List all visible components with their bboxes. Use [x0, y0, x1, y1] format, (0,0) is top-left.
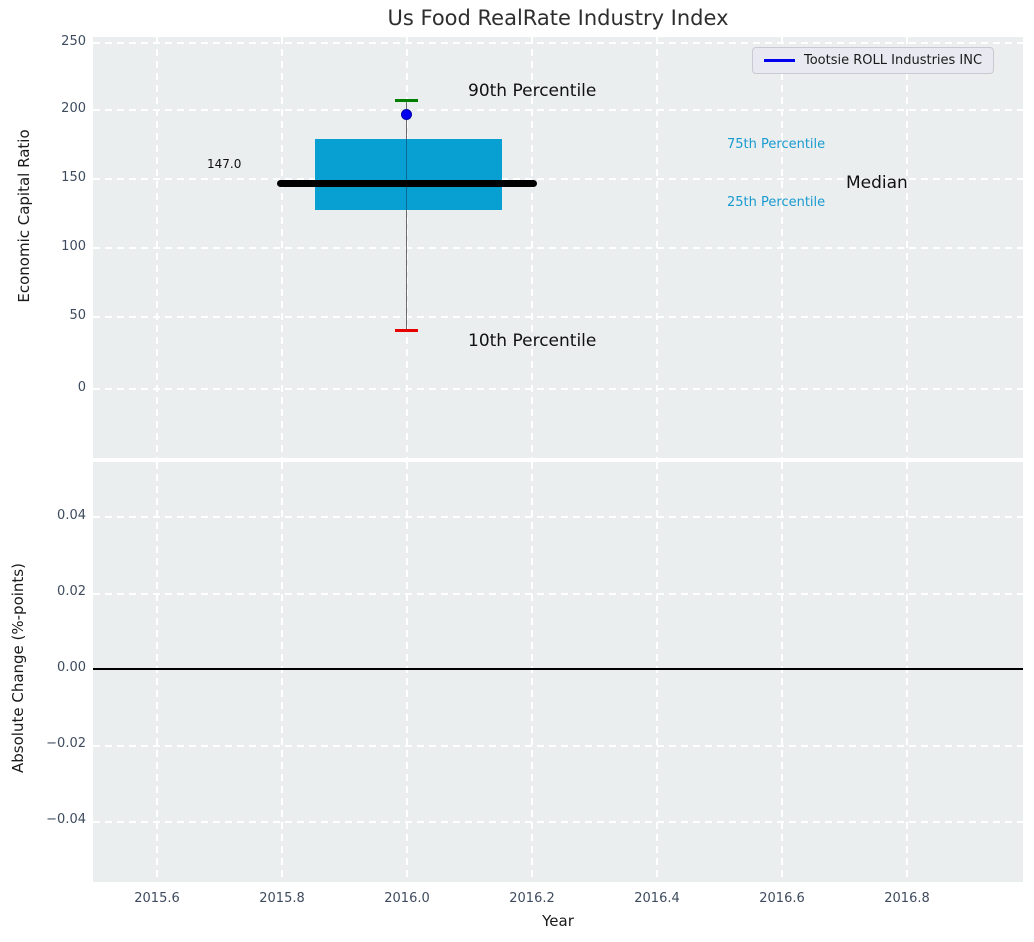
boxplot-iqr-box	[315, 139, 502, 210]
legend: Tootsie ROLL Industries INC	[752, 47, 994, 74]
gridline-vertical	[406, 462, 408, 882]
gridline-vertical	[281, 462, 283, 882]
top-y-axis-label: Economic Capital Ratio	[15, 129, 33, 302]
top-axes: 147.0 90th Percentile 10th Percentile 75…	[93, 37, 1023, 458]
legend-line-sample	[764, 59, 795, 61]
boxplot-center-line	[406, 139, 407, 210]
p90-annotation: 90th Percentile	[468, 81, 596, 101]
gridline-vertical	[156, 462, 158, 882]
ytick-top: 100	[0, 239, 86, 254]
xtick: 2016.2	[487, 891, 577, 906]
xtick: 2016.4	[612, 891, 702, 906]
p75-annotation: 75th Percentile	[727, 137, 825, 152]
x-axis-label: Year	[542, 912, 574, 930]
xtick: 2015.6	[112, 891, 202, 906]
median-annotation: Median	[846, 173, 908, 193]
bottom-axes	[93, 462, 1023, 882]
median-value-label: 147.0	[207, 157, 241, 171]
p25-annotation: 25th Percentile	[727, 195, 825, 210]
boxplot-90th-percentile-cap	[395, 99, 418, 102]
xtick: 2016.6	[737, 891, 827, 906]
company-data-point	[401, 109, 412, 120]
ytick-top: 250	[0, 34, 86, 49]
legend-label: Tootsie ROLL Industries INC	[804, 53, 982, 68]
xtick: 2015.8	[237, 891, 327, 906]
p10-annotation: 10th Percentile	[468, 331, 596, 351]
ytick-top: 50	[0, 308, 86, 323]
boxplot-median-line	[277, 180, 537, 187]
xtick: 2016.0	[362, 891, 452, 906]
gridline-horizontal	[93, 516, 1023, 518]
gridline-vertical	[531, 462, 533, 882]
gridline-horizontal	[93, 247, 1023, 249]
zero-reference-line	[93, 668, 1023, 670]
ytick-top: 200	[0, 101, 86, 116]
bottom-y-axis-label: Absolute Change (%-points)	[9, 563, 27, 773]
gridline-horizontal	[93, 593, 1023, 595]
gridline-horizontal	[93, 821, 1023, 823]
gridline-vertical	[781, 462, 783, 882]
gridline-vertical	[656, 462, 658, 882]
boxplot-whisker-line	[406, 101, 407, 331]
gridline-horizontal	[93, 388, 1023, 390]
ytick-bottom: 0.04	[0, 508, 86, 523]
chart-title: Us Food RealRate Industry Index	[388, 6, 729, 30]
figure: Us Food RealRate Industry Index 147.0 90…	[0, 0, 1034, 942]
ytick-top: 150	[0, 170, 86, 185]
ytick-top: 0	[0, 380, 86, 395]
gridline-horizontal	[93, 316, 1023, 318]
gridline-horizontal	[93, 109, 1023, 111]
ytick-bottom: −0.04	[0, 812, 86, 827]
gridline-vertical	[906, 462, 908, 882]
boxplot-10th-percentile-cap	[395, 329, 418, 332]
xtick: 2016.8	[862, 891, 952, 906]
gridline-horizontal	[93, 42, 1023, 44]
gridline-horizontal	[93, 745, 1023, 747]
